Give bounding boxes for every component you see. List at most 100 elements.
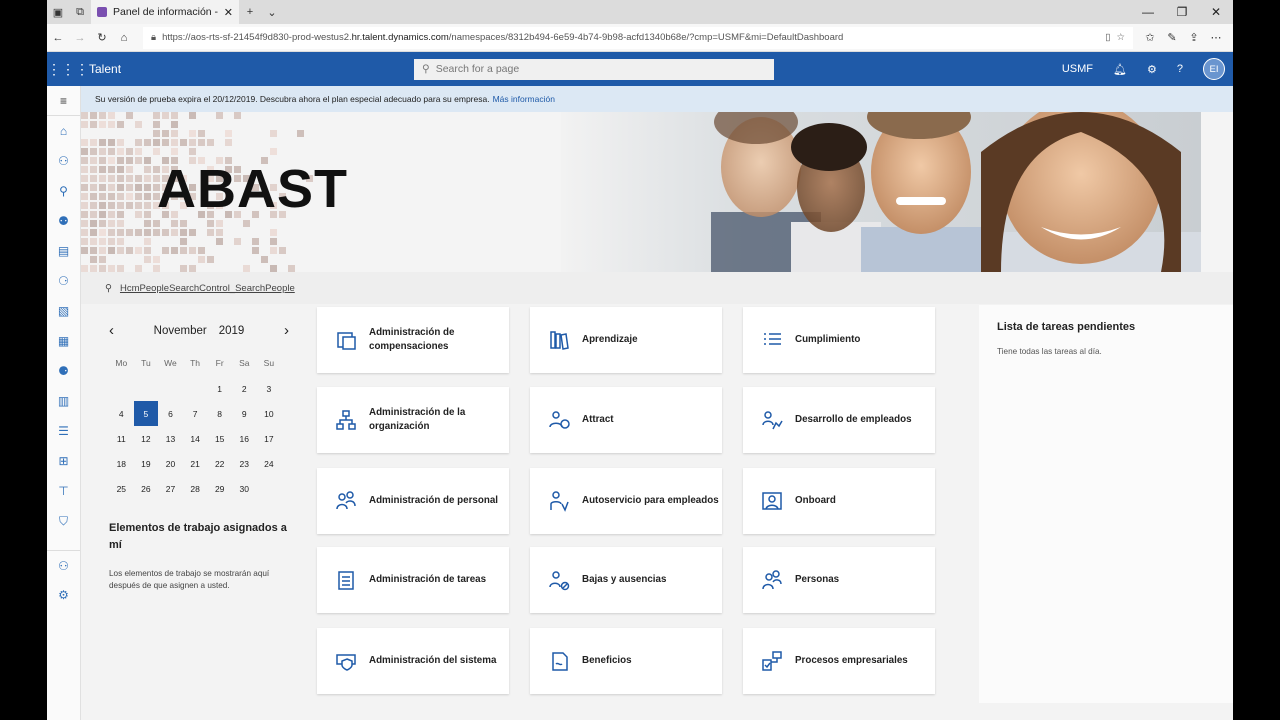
nav-home-icon[interactable]: ⌂ <box>47 116 80 146</box>
calendar-day[interactable]: 27 <box>158 476 183 501</box>
help-icon[interactable]: ? <box>1177 63 1183 75</box>
workspace-tile[interactable]: Personas <box>743 547 935 613</box>
calendar-day[interactable]: 28 <box>183 476 208 501</box>
nav-users-icon[interactable]: ⚇ <box>47 550 80 580</box>
prev-month-button[interactable]: ‹ <box>109 322 114 339</box>
home-icon[interactable]: ⌂ <box>113 26 135 50</box>
share-icon[interactable]: ⇪ <box>1183 26 1205 50</box>
calendar-day[interactable]: 7 <box>183 401 208 426</box>
calendar-day[interactable]: 13 <box>158 426 183 451</box>
mosaic-tile <box>171 220 178 227</box>
calendar-day[interactable]: 23 <box>232 451 257 476</box>
forward-icon[interactable]: → <box>69 26 91 50</box>
workspace-tile[interactable]: Desarrollo de empleados <box>743 387 935 453</box>
calendar-day[interactable]: 25 <box>109 476 134 501</box>
calendar-day[interactable]: 12 <box>134 426 159 451</box>
calendar-day[interactable]: 24 <box>257 451 282 476</box>
nav-shield-icon[interactable]: ⛉ <box>47 506 80 536</box>
window-close-icon[interactable]: ✕ <box>1199 5 1233 19</box>
calendar-day[interactable]: 8 <box>207 401 232 426</box>
calendar-day[interactable]: 10 <box>257 401 282 426</box>
nav-document-icon[interactable]: ▧ <box>47 296 80 326</box>
calendar-day[interactable]: 29 <box>207 476 232 501</box>
calendar-day-today[interactable]: 5 <box>133 401 159 426</box>
restore-icon[interactable]: ❐ <box>1165 5 1199 19</box>
tab-actions-icon[interactable]: ▣ <box>47 0 69 24</box>
workspace-tile[interactable]: Beneficios <box>530 628 722 694</box>
back-icon[interactable]: ← <box>47 26 69 50</box>
workspace-tile[interactable]: Procesos empresariales <box>743 628 935 694</box>
calendar-day[interactable]: 18 <box>109 451 134 476</box>
avatar[interactable]: EI <box>1203 58 1225 80</box>
reading-view-icon[interactable]: ▯ <box>1105 32 1110 43</box>
page-search-input[interactable]: ⚲ Search for a page <box>414 58 774 80</box>
calendar-day[interactable]: 4 <box>109 401 134 426</box>
workspace-tile[interactable]: Administración de tareas <box>317 547 509 613</box>
calendar-day[interactable]: 6 <box>158 401 183 426</box>
people-search-label[interactable]: HcmPeopleSearchControl_SearchPeople <box>120 283 295 294</box>
nav-tree-icon[interactable]: ⊞ <box>47 446 80 476</box>
minimize-icon[interactable]: — <box>1131 5 1165 19</box>
favorites-icon[interactable]: ✩ <box>1139 26 1161 50</box>
workspace-tile[interactable]: Onboard <box>743 468 935 534</box>
notification-bell-icon[interactable]: 🔔︎ <box>1113 63 1127 76</box>
calendar-day[interactable]: 21 <box>183 451 208 476</box>
nav-clipboard-icon[interactable]: ▤ <box>47 236 80 266</box>
calendar-day[interactable]: 11 <box>109 426 134 451</box>
calendar-day[interactable]: 26 <box>134 476 159 501</box>
calendar-day[interactable]: 16 <box>232 426 257 451</box>
nav-group-icon[interactable]: ⚉ <box>47 206 80 236</box>
workspace-tile[interactable]: Cumplimiento <box>743 307 935 373</box>
hamburger-menu-icon[interactable]: ≡ <box>47 86 80 116</box>
close-tab-icon[interactable]: ✕ <box>224 6 233 19</box>
workspace-tile[interactable]: Administración de la organización <box>317 387 509 453</box>
workspace-tile[interactable]: Administración del sistema <box>317 628 509 694</box>
calendar-day[interactable]: 3 <box>257 376 282 401</box>
tab-list-icon[interactable]: ⌄ <box>261 0 283 24</box>
nav-admin-icon[interactable]: ⚙ <box>47 580 80 610</box>
learning-icon <box>548 329 570 351</box>
nav-org-icon[interactable]: ⊤ <box>47 476 80 506</box>
refresh-icon[interactable]: ↻ <box>91 26 113 50</box>
gear-icon[interactable]: ⚙ <box>1147 63 1157 76</box>
workspace-tile[interactable]: Autoservicio para empleados <box>530 468 722 534</box>
pen-icon[interactable]: ✎ <box>1161 26 1183 50</box>
workspace-tile[interactable]: Administración de compensaciones <box>317 307 509 373</box>
nav-person-search-icon[interactable]: ⚆ <box>47 266 80 296</box>
more-info-link[interactable]: Más información <box>493 94 555 104</box>
mosaic-tile <box>90 184 97 191</box>
new-tab-icon[interactable]: + <box>239 0 261 24</box>
calendar-day <box>257 476 282 501</box>
nav-money-icon[interactable]: ▦ <box>47 326 80 356</box>
calendar-day[interactable]: 1 <box>207 376 232 401</box>
nav-team-icon[interactable]: ⚈ <box>47 356 80 386</box>
nav-list-icon[interactable]: ☰ <box>47 416 80 446</box>
next-month-button[interactable]: › <box>284 322 289 339</box>
company-selector[interactable]: USMF <box>1062 63 1093 75</box>
workspace-tile[interactable]: Aprendizaje <box>530 307 722 373</box>
workspace-tile[interactable]: Administración de personal <box>317 468 509 534</box>
more-icon[interactable]: ⋯ <box>1205 26 1227 50</box>
calendar-day[interactable]: 15 <box>207 426 232 451</box>
calendar-day[interactable]: 22 <box>207 451 232 476</box>
nav-people-icon[interactable]: ⚇ <box>47 146 80 176</box>
mosaic-tile <box>90 148 97 155</box>
mosaic-tile <box>81 265 88 272</box>
tab-preview-icon[interactable]: ⧉ <box>69 0 91 24</box>
people-search[interactable]: ⚲ HcmPeopleSearchControl_SearchPeople <box>81 272 1233 304</box>
nav-library-icon[interactable]: ▥ <box>47 386 80 416</box>
url-field[interactable]: 🔒︎ https://aos-rts-sf-21454f9d830-prod-w… <box>143 26 1133 49</box>
workspace-tile[interactable]: Attract <box>530 387 722 453</box>
favorite-star-icon[interactable]: ☆ <box>1116 32 1125 43</box>
calendar-day[interactable]: 2 <box>232 376 257 401</box>
calendar-day[interactable]: 20 <box>158 451 183 476</box>
browser-tab[interactable]: Panel de información -- ✕ <box>91 0 239 24</box>
calendar-day[interactable]: 9 <box>232 401 257 426</box>
calendar-day[interactable]: 14 <box>183 426 208 451</box>
calendar-day[interactable]: 30 <box>232 476 257 501</box>
calendar-day[interactable]: 19 <box>134 451 159 476</box>
workspace-tile[interactable]: Bajas y ausencias <box>530 547 722 613</box>
app-launcher-icon[interactable]: ⋮⋮⋮ <box>47 61 89 78</box>
calendar-day[interactable]: 17 <box>257 426 282 451</box>
nav-person-doc-icon[interactable]: ⚲ <box>47 176 80 206</box>
